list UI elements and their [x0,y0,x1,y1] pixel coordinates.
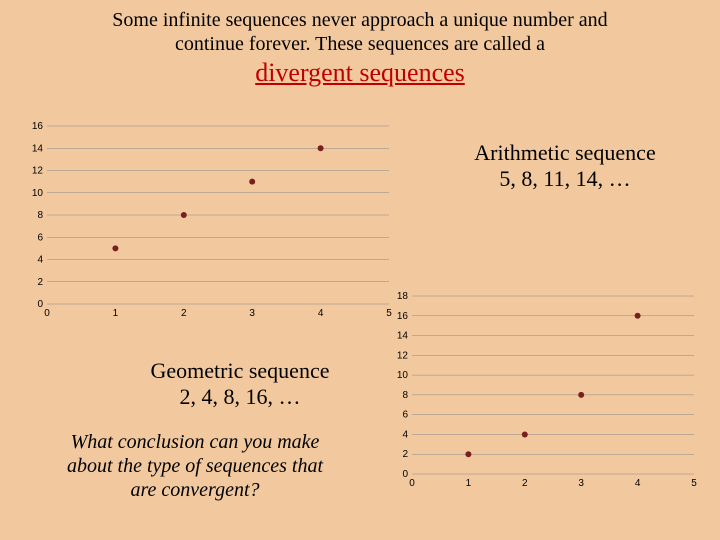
svg-text:4: 4 [37,255,43,266]
intro-text: Some infinite sequences never approach a… [0,0,720,56]
svg-text:1: 1 [113,308,119,319]
svg-text:8: 8 [402,390,408,401]
svg-text:12: 12 [397,350,409,361]
svg-text:4: 4 [402,429,408,440]
geometric-title: Geometric sequence [120,358,360,384]
svg-text:3: 3 [249,308,255,319]
arithmetic-title: Arithmetic sequence [440,140,690,166]
svg-text:4: 4 [635,478,641,489]
svg-text:8: 8 [37,210,43,221]
intro-line-1: Some infinite sequences never approach a… [112,9,607,31]
svg-text:2: 2 [402,449,408,460]
svg-text:6: 6 [402,410,408,421]
svg-text:10: 10 [32,188,44,199]
svg-text:16: 16 [397,311,409,322]
svg-text:0: 0 [44,308,50,319]
svg-text:12: 12 [32,166,44,177]
question-text: What conclusion can you make about the t… [30,430,360,502]
svg-text:4: 4 [318,308,324,319]
question-line-2: about the type of sequences that [67,455,323,477]
svg-text:0: 0 [402,469,408,480]
svg-text:2: 2 [522,478,528,489]
geometric-terms: 2, 4, 8, 16, … [120,384,360,410]
svg-text:2: 2 [181,308,187,319]
svg-text:14: 14 [397,331,409,342]
svg-text:1: 1 [466,478,472,489]
svg-text:5: 5 [691,478,697,489]
geometric-label: Geometric sequence 2, 4, 8, 16, … [120,358,360,411]
divergent-title: divergent sequences [0,58,720,88]
svg-text:3: 3 [578,478,584,489]
arithmetic-terms: 5, 8, 11, 14, … [440,166,690,192]
svg-text:2: 2 [37,277,43,288]
svg-text:0: 0 [409,478,415,489]
svg-text:16: 16 [32,121,44,132]
question-line-1: What conclusion can you make [71,431,320,453]
geometric-chart: 024681012141618012345 [390,290,700,490]
svg-text:18: 18 [397,291,409,302]
arithmetic-chart: 0246810121416012345 [25,120,395,320]
intro-line-2: continue forever. These sequences are ca… [175,33,545,55]
arithmetic-label: Arithmetic sequence 5, 8, 11, 14, … [440,140,690,193]
svg-text:14: 14 [32,143,44,154]
svg-text:6: 6 [37,232,43,243]
svg-text:10: 10 [397,370,409,381]
svg-text:0: 0 [37,299,43,310]
question-line-3: are convergent? [130,479,259,501]
